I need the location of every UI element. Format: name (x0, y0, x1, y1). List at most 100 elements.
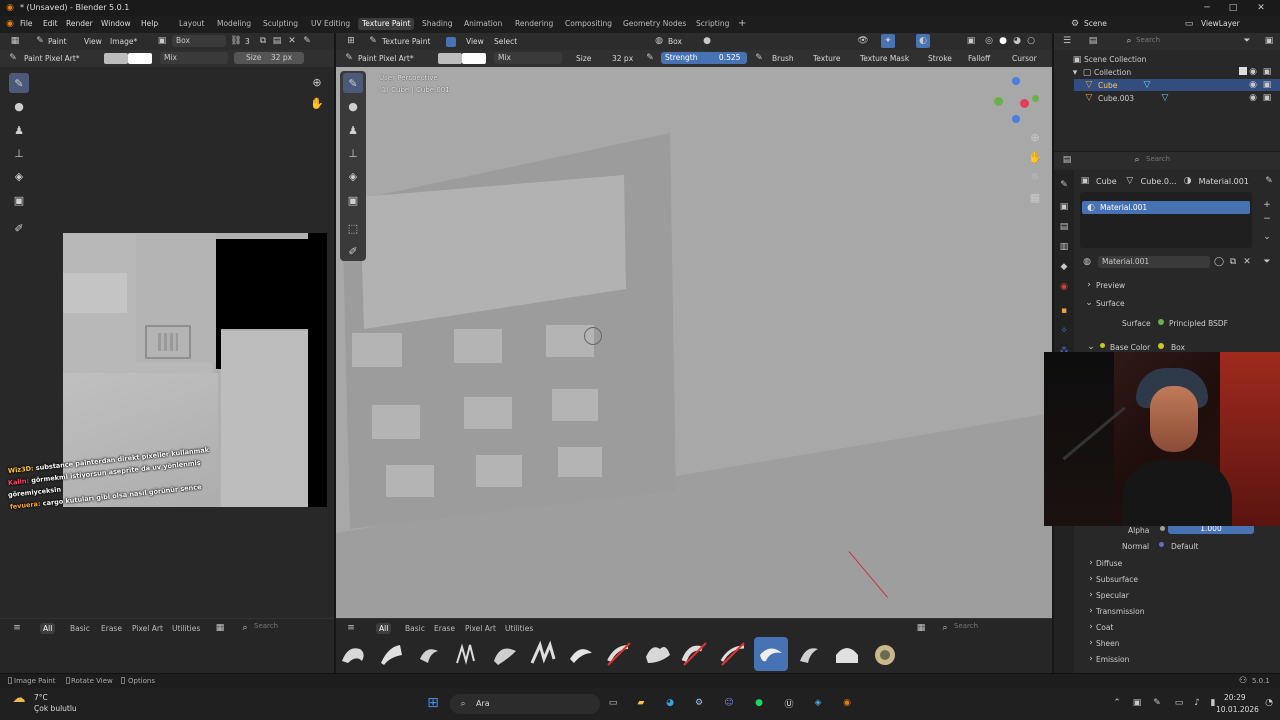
brush-thumbnail[interactable] (564, 637, 598, 671)
image-menu[interactable]: Image* (110, 37, 137, 46)
grid-view-icon[interactable]: ▦ (213, 621, 227, 635)
shelf-menu-icon[interactable]: ≡ (10, 621, 24, 635)
shelf-menu-icon[interactable]: ≡ (344, 621, 358, 635)
shelf-tab-all[interactable]: All (376, 623, 392, 634)
falloff-menu[interactable]: Falloff (968, 54, 990, 63)
soften-tool-button[interactable]: ● (343, 96, 363, 116)
add-slot-icon[interactable]: + (1260, 198, 1274, 212)
pan-hand-icon[interactable]: ✋ (1028, 150, 1042, 164)
color-swatch-primary[interactable] (104, 53, 128, 64)
brush-thumbnail[interactable] (868, 637, 902, 671)
symmetry-toggle[interactable] (446, 37, 456, 47)
camera-icon[interactable]: ⌾ (1028, 170, 1042, 184)
visibility-icon[interactable]: 👁 (856, 34, 870, 48)
gizmo-neg-z[interactable] (1012, 115, 1020, 123)
gizmo-z-axis[interactable] (1012, 77, 1020, 85)
editor-type-icon[interactable]: ☰ (1060, 34, 1074, 48)
duplicate-icon[interactable]: ⧉ (1226, 255, 1240, 269)
solid-shading-icon[interactable]: ● (996, 34, 1010, 48)
material-name-field[interactable]: Material.001 (1098, 256, 1210, 268)
smear-tool-button[interactable]: ♟ (343, 120, 363, 140)
brush-thumbnail[interactable] (450, 637, 484, 671)
brush-thumbnail[interactable] (374, 637, 408, 671)
network-icon[interactable]: ▭ (1172, 696, 1186, 710)
menu-window[interactable]: Window (101, 19, 131, 28)
world-tab-icon[interactable]: ◉ (1057, 280, 1071, 294)
edge-icon[interactable]: ◕ (663, 696, 677, 710)
tab-shading[interactable]: Shading (418, 18, 456, 30)
editor-type-icon[interactable]: ▤ (1060, 153, 1074, 167)
notification-icon[interactable]: ◔ (1262, 696, 1276, 710)
tab-uv-editing[interactable]: UV Editing (307, 18, 354, 30)
brush-thumbnail[interactable] (488, 637, 522, 671)
stroke-menu[interactable]: Stroke (928, 54, 952, 63)
weather-icon[interactable]: ☁ (12, 691, 26, 706)
menu-render[interactable]: Render (66, 19, 93, 28)
shelf-tab-pixel-art[interactable]: Pixel Art (465, 624, 496, 633)
overlay-toggle-icon[interactable]: ◐ (916, 34, 930, 48)
folder-icon[interactable]: ▤ (270, 34, 284, 48)
discord-icon[interactable]: ☺ (722, 696, 736, 710)
menu-help[interactable]: Help (141, 19, 158, 28)
shelf-tab-all[interactable]: All (40, 623, 56, 634)
3d-viewport[interactable]: ⊞ ✎ Texture Paint View Select ◍ Box ● 👁 … (336, 33, 1052, 673)
xray-icon[interactable]: ▣ (964, 34, 978, 48)
render-camera-icon[interactable]: ▣ (1260, 91, 1274, 105)
new-collection-icon[interactable]: ▣ (1262, 34, 1276, 48)
brush-menu[interactable]: Brush (772, 54, 794, 63)
normal-value[interactable]: Default (1171, 542, 1198, 551)
scene-tab-icon[interactable]: ◆ (1057, 260, 1071, 274)
material-field[interactable]: Box (668, 37, 682, 46)
remove-slot-icon[interactable]: − (1260, 212, 1274, 226)
outliner-search-input[interactable]: Search (1136, 36, 1236, 47)
taskbar-search-box[interactable]: ⌕ Ara (450, 694, 600, 714)
shelf-tab-erase[interactable]: Erase (434, 624, 455, 633)
surface-panel[interactable]: Surface (1096, 299, 1125, 308)
tab-texture-paint[interactable]: Texture Paint (358, 18, 415, 30)
outliner-item-label[interactable]: Cube.003 (1098, 94, 1134, 103)
output-tab-icon[interactable]: ▤ (1057, 220, 1071, 234)
color-swatch-secondary[interactable] (462, 53, 486, 64)
draw-tool-button[interactable]: ✎ (343, 73, 363, 93)
visibility-eye-icon[interactable]: ◉ (1246, 91, 1260, 105)
texture-menu[interactable]: Texture (813, 54, 840, 63)
mask-tool-button[interactable]: ▣ (9, 190, 29, 210)
clock-date[interactable]: 10.01.2026 (1216, 705, 1259, 714)
shelf-search-input[interactable]: Search (254, 622, 328, 633)
box-select-tool-button[interactable]: ⬚ (343, 218, 363, 238)
slot-menu-icon[interactable]: ⌄ (1260, 230, 1274, 244)
coat-section[interactable]: Coat (1096, 623, 1113, 632)
transmission-section[interactable]: Transmission (1096, 607, 1144, 616)
app-icon[interactable]: ◈ (811, 696, 825, 710)
gizmo-toggle-icon[interactable]: ✦ (881, 34, 895, 48)
brush-thumbnail[interactable] (678, 637, 712, 671)
minimize-icon[interactable]: ─ (1200, 1, 1214, 15)
specular-section[interactable]: Specular (1096, 591, 1129, 600)
clone-tool-button[interactable]: ⊥ (343, 143, 363, 163)
properties-search-input[interactable]: Search (1146, 155, 1246, 166)
viewlayer-name[interactable]: ViewLayer (1201, 19, 1240, 28)
tray-app-icon[interactable]: ▣ (1130, 696, 1144, 710)
blend-mode-select[interactable]: Mix (160, 52, 228, 64)
render-camera-icon[interactable]: ▣ (1260, 65, 1274, 79)
draw-tool-button[interactable]: ✎ (9, 73, 29, 93)
modifier-tab-icon[interactable]: ✧ (1057, 324, 1071, 338)
shelf-tab-utilities[interactable]: Utilities (505, 624, 533, 633)
gizmo-y-axis[interactable] (994, 97, 1003, 106)
volume-icon[interactable]: ♪ (1190, 696, 1204, 710)
scene-name[interactable]: Scene (1084, 19, 1107, 28)
shelf-tab-basic[interactable]: Basic (70, 624, 90, 633)
brush-thumbnail[interactable] (526, 637, 560, 671)
editor-type-icon[interactable]: ⊞ (344, 34, 358, 48)
tray-pen-icon[interactable]: ✎ (1150, 696, 1164, 710)
tab-animation[interactable]: Animation (460, 18, 506, 30)
tab-modeling[interactable]: Modeling (213, 18, 255, 30)
wireframe-shading-icon[interactable]: ◎ (982, 34, 996, 48)
fake-user-icon[interactable]: ◯ (1212, 255, 1226, 269)
visibility-eye-icon[interactable]: ◉ (1246, 65, 1260, 79)
color-swatch-secondary[interactable] (128, 53, 152, 64)
tool-tab-icon[interactable]: ✎ (1057, 178, 1071, 192)
pressure-icon[interactable]: ✎ (752, 51, 766, 65)
annotate-tool-button[interactable]: ✐ (343, 241, 363, 261)
scene-collection-label[interactable]: Scene Collection (1084, 55, 1146, 64)
